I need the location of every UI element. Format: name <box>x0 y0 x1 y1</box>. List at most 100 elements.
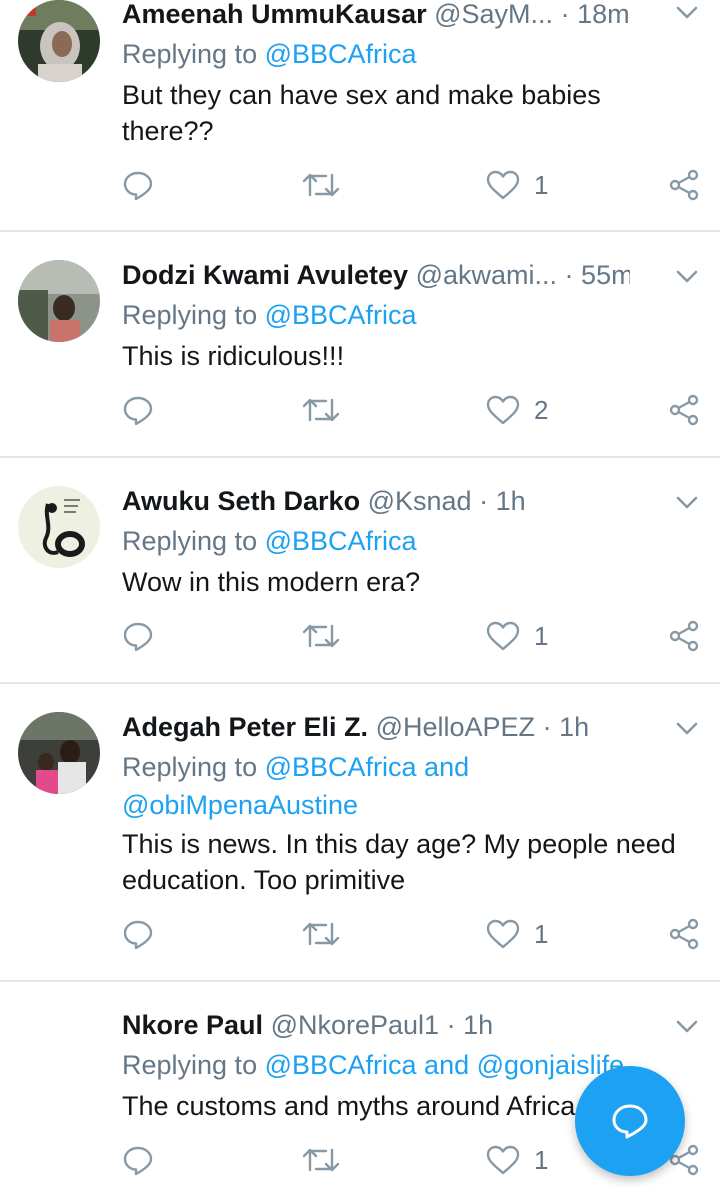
mention-link[interactable]: @BBCAfrica and @gonjaislife <box>265 1050 624 1080</box>
retweet-icon <box>302 173 340 197</box>
reply-button[interactable] <box>122 914 154 954</box>
display-name[interactable]: Ameenah UmmuKausar <box>122 0 427 29</box>
tweet-text-line: This is ridiculous!!! <box>122 341 345 371</box>
avatar[interactable] <box>18 0 100 82</box>
share-button[interactable] <box>668 616 700 656</box>
display-name[interactable]: Awuku Seth Darko <box>122 486 360 516</box>
retweet-button[interactable] <box>302 390 340 430</box>
user-handle[interactable]: @HelloAPEZ <box>376 712 535 742</box>
tweet-header: Awuku Seth Darko @Ksnad · 1h <box>122 484 630 518</box>
tweet-actions: 1 <box>0 165 720 205</box>
user-handle[interactable]: @Ksnad <box>368 486 472 516</box>
retweet-button[interactable] <box>302 1140 340 1180</box>
display-name[interactable]: Dodzi Kwami Avuletey <box>122 260 408 290</box>
tweet[interactable]: Adegah Peter Eli Z. @HelloAPEZ · 1h Repl… <box>0 684 720 982</box>
tweet-text: Wow in this modern era? <box>122 564 696 600</box>
tweet[interactable]: Dodzi Kwami Avuletey @akwami... · 55m Re… <box>0 232 720 458</box>
replying-to: Replying to @BBCAfrica <box>122 522 690 560</box>
replying-prefix: Replying to <box>122 1050 258 1080</box>
reply-button[interactable] <box>122 390 154 430</box>
replying-prefix: Replying to <box>122 300 258 330</box>
replying-to: Replying to @BBCAfrica and @obiMpenaAust… <box>122 748 690 824</box>
mention-link[interactable]: @BBCAfrica <box>265 526 417 556</box>
replying-to: Replying to @BBCAfrica <box>122 35 690 73</box>
separator-dot: · <box>564 260 574 290</box>
tweet[interactable]: Awuku Seth Darko @Ksnad · 1h Replying to… <box>0 458 720 684</box>
reply-icon <box>123 1146 153 1176</box>
like-count: 1 <box>534 169 549 200</box>
like-button[interactable]: 2 <box>486 390 548 430</box>
tweet-text: This is ridiculous!!! <box>122 338 696 374</box>
tweet-text-line: But they can have sex and make babies <box>122 80 601 110</box>
share-icon <box>669 620 699 652</box>
mention-link[interactable]: @BBCAfrica and <box>265 752 470 782</box>
avatar[interactable] <box>18 712 100 794</box>
reply-icon <box>123 396 153 426</box>
timestamp[interactable]: 1h <box>559 712 589 742</box>
reply-button[interactable] <box>122 616 154 656</box>
like-count: 1 <box>534 620 549 651</box>
like-count: 2 <box>534 394 549 425</box>
mention-link[interactable]: @BBCAfrica <box>265 39 417 69</box>
timestamp[interactable]: 18m <box>577 0 630 29</box>
chevron-down-icon[interactable] <box>676 270 698 284</box>
share-icon <box>669 169 699 201</box>
replying-to: Replying to @BBCAfrica <box>122 296 690 334</box>
timestamp[interactable]: 1h <box>463 1010 493 1040</box>
like-count: 1 <box>534 1144 549 1175</box>
compose-reply-button[interactable] <box>575 1066 685 1176</box>
like-button[interactable]: 1 <box>486 165 548 205</box>
display-name[interactable]: Nkore Paul <box>122 1010 263 1040</box>
chevron-down-icon[interactable] <box>676 1020 698 1034</box>
tweet-feed: Ameenah UmmuKausar @SayM... · 18m Replyi… <box>0 0 720 1187</box>
tweet-text: But they can have sex and make babies th… <box>122 77 696 149</box>
tweet-text-line: there?? <box>122 116 214 146</box>
tweet[interactable]: Ameenah UmmuKausar @SayM... · 18m Replyi… <box>0 0 720 232</box>
timestamp[interactable]: 1h <box>496 486 526 516</box>
like-button[interactable]: 1 <box>486 914 548 954</box>
heart-icon <box>486 170 520 200</box>
chevron-down-icon[interactable] <box>676 6 698 20</box>
retweet-icon <box>302 624 340 648</box>
separator-dot: · <box>542 712 552 742</box>
reply-button[interactable] <box>122 1140 154 1180</box>
share-button[interactable] <box>668 165 700 205</box>
chevron-down-icon[interactable] <box>676 496 698 510</box>
like-button[interactable]: 1 <box>486 616 548 656</box>
retweet-button[interactable] <box>302 165 340 205</box>
reply-icon <box>123 920 153 950</box>
display-name[interactable]: Adegah Peter Eli Z. <box>122 712 368 742</box>
separator-dot: · <box>479 486 489 516</box>
chevron-down-icon[interactable] <box>676 722 698 736</box>
share-button[interactable] <box>668 390 700 430</box>
user-handle[interactable]: @SayM... <box>434 0 553 29</box>
retweet-button[interactable] <box>302 914 340 954</box>
mention-link[interactable]: @obiMpenaAustine <box>122 786 690 824</box>
share-button[interactable] <box>668 914 700 954</box>
tweet-actions: 2 <box>0 390 720 430</box>
retweet-button[interactable] <box>302 616 340 656</box>
mention-link[interactable]: @BBCAfrica <box>265 300 417 330</box>
share-icon <box>669 918 699 950</box>
user-handle[interactable]: @akwami... <box>416 260 557 290</box>
replying-prefix: Replying to <box>122 526 258 556</box>
timestamp[interactable]: 55m <box>581 260 630 290</box>
retweet-icon <box>302 1148 340 1172</box>
like-button[interactable]: 1 <box>486 1140 548 1180</box>
tweet-header: Dodzi Kwami Avuletey @akwami... · 55m <box>122 258 630 292</box>
separator-dot: · <box>560 0 570 29</box>
user-handle[interactable]: @NkorePaul1 <box>271 1010 440 1040</box>
tweet-text-line: Wow in this modern era? <box>122 567 421 597</box>
heart-icon <box>486 919 520 949</box>
avatar[interactable] <box>18 260 100 342</box>
retweet-icon <box>302 922 340 946</box>
like-count: 1 <box>534 918 549 949</box>
reply-button[interactable] <box>122 165 154 205</box>
heart-icon <box>486 621 520 651</box>
tweet-header: Nkore Paul @NkorePaul1 · 1h <box>122 1008 630 1042</box>
heart-icon <box>486 395 520 425</box>
tweet-text-line: This is news. In this day age? My people… <box>122 829 676 859</box>
avatar[interactable] <box>18 486 100 568</box>
tweet-header: Ameenah UmmuKausar @SayM... · 18m <box>122 0 630 31</box>
reply-icon <box>123 622 153 652</box>
